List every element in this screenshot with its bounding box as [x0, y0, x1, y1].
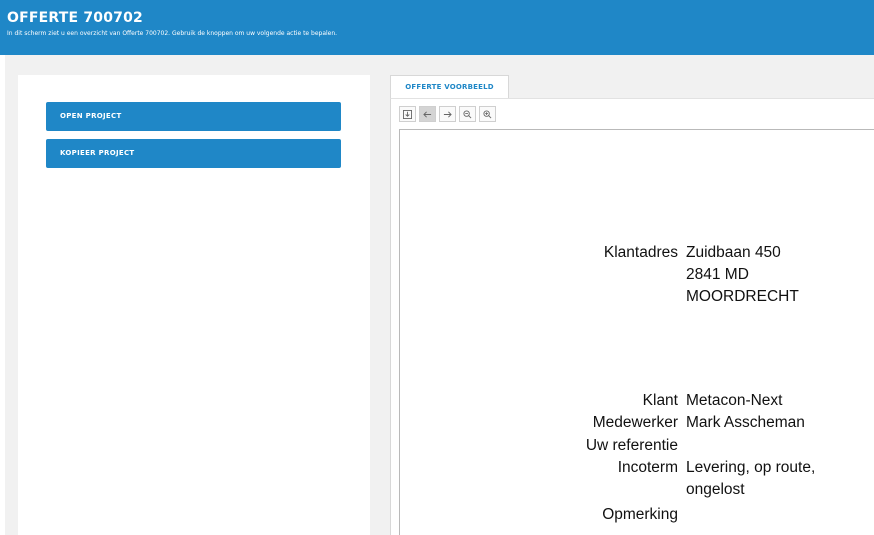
reference-label: Uw referentie [585, 437, 678, 454]
arrow-right-icon [443, 110, 452, 118]
address-line-3: MOORDRECHT [686, 288, 799, 305]
customer-value: Metacon-Next [686, 392, 783, 409]
remark-label: Opmerking [602, 506, 678, 523]
employee-label: Medewerker [592, 414, 678, 431]
tab-offerte-voorbeeld[interactable]: OFFERTE VOORBEELD [390, 75, 509, 98]
actions-panel: OPEN PROJECT KOPIEER PROJECT [18, 75, 370, 535]
incoterm-line-2: ongelost [686, 481, 745, 498]
page-header: OFFERTE 700702 In dit scherm ziet u een … [0, 0, 874, 55]
customer-label: Klant [642, 392, 678, 409]
download-button[interactable] [399, 106, 416, 122]
zoom-in-icon [483, 109, 492, 118]
zoom-out-icon [463, 109, 472, 118]
page-subtitle: In dit scherm ziet u een overzicht van O… [7, 30, 338, 37]
incoterm-label: Incoterm [617, 459, 678, 476]
copy-project-button[interactable]: KOPIEER PROJECT [46, 139, 341, 168]
page-title: OFFERTE 700702 [7, 10, 143, 26]
preview-panel: OFFERTE VOORBEELD Klantadres Zuidbaan 45… [390, 75, 874, 535]
address-label: Klantadres [603, 244, 678, 261]
download-icon [403, 109, 412, 119]
document-page: Klantadres Zuidbaan 450 2841 MD MOORDREC… [399, 129, 874, 535]
zoom-in-button[interactable] [479, 106, 496, 122]
employee-value: Mark Asscheman [686, 414, 805, 431]
pdf-viewer: Klantadres Zuidbaan 450 2841 MD MOORDREC… [390, 98, 874, 535]
zoom-out-button[interactable] [459, 106, 476, 122]
next-page-button[interactable] [439, 106, 456, 122]
incoterm-line-1: Levering, op route, [686, 459, 816, 476]
previous-page-button[interactable] [419, 106, 436, 122]
address-line-1: Zuidbaan 450 [686, 244, 781, 261]
arrow-left-icon [423, 110, 432, 118]
content-area: OPEN PROJECT KOPIEER PROJECT OFFERTE VOO… [5, 55, 874, 535]
open-project-button[interactable]: OPEN PROJECT [46, 102, 341, 131]
address-line-2: 2841 MD [686, 266, 749, 283]
viewer-toolbar [399, 106, 496, 122]
